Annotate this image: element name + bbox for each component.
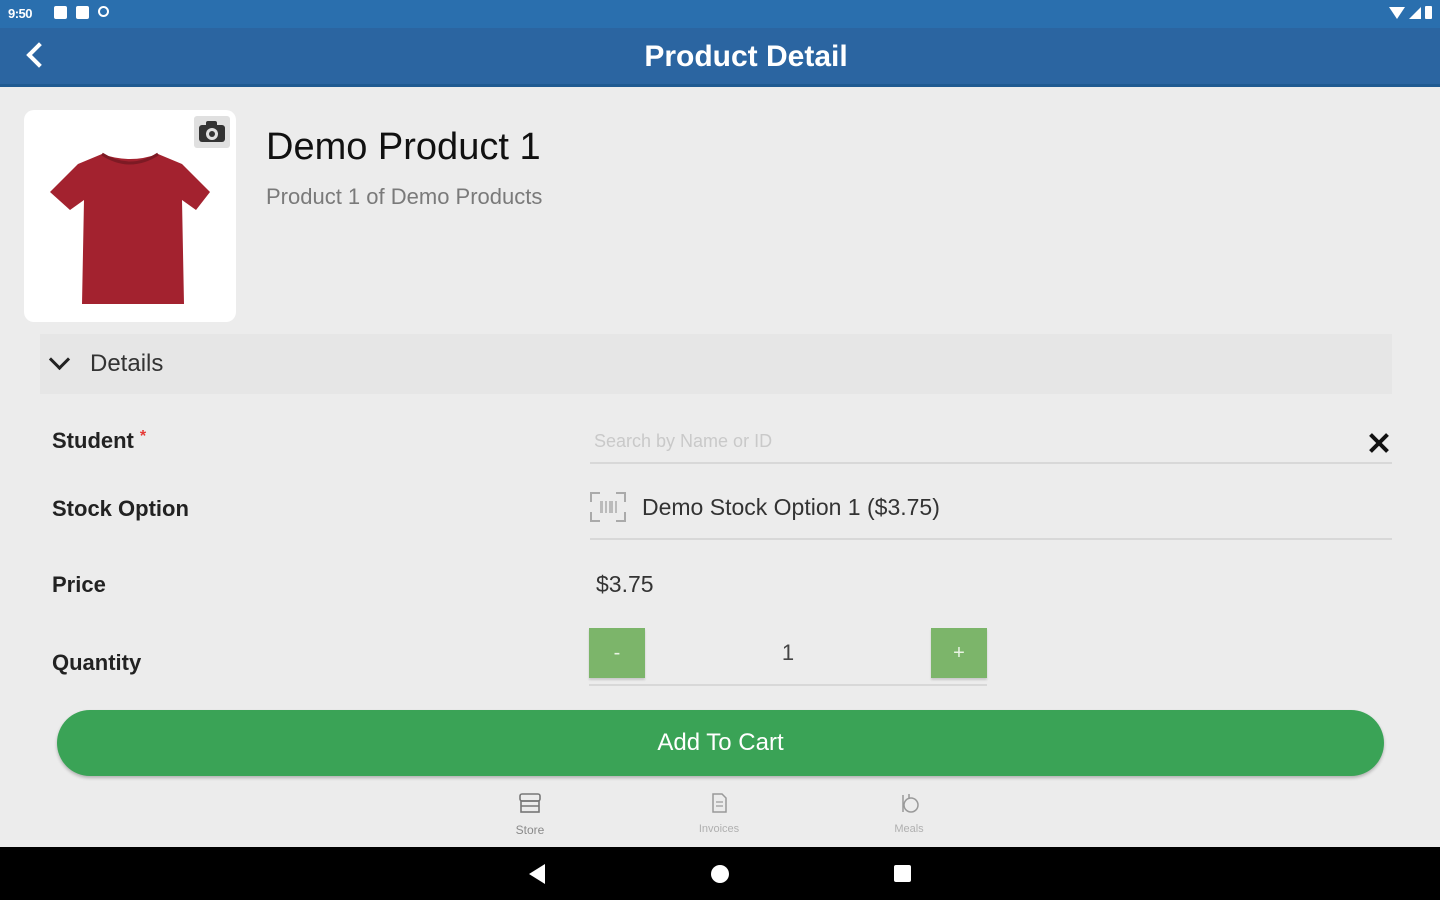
nav-label-invoices: Invoices xyxy=(698,823,740,835)
barcode-icon[interactable] xyxy=(590,492,626,522)
stock-option-underline xyxy=(590,538,1392,540)
notification-icon xyxy=(54,6,67,19)
quantity-label: Quantity xyxy=(52,650,142,675)
quantity-underline xyxy=(589,684,987,686)
student-label: Student * xyxy=(52,428,146,454)
battery-icon xyxy=(1425,6,1432,19)
quantity-value[interactable]: 1 xyxy=(700,640,876,666)
quantity-increment-button[interactable]: + xyxy=(931,628,987,678)
notification-icons xyxy=(54,6,109,19)
clear-icon[interactable] xyxy=(1366,430,1392,456)
meals-icon xyxy=(902,794,919,813)
nav-label-store: Store xyxy=(515,823,545,837)
stock-option-select[interactable]: Demo Stock Option 1 ($3.75) xyxy=(642,494,940,521)
system-home-icon[interactable] xyxy=(711,865,729,883)
required-marker: * xyxy=(139,428,147,445)
status-bar: 9:50 xyxy=(0,0,1440,28)
details-label: Details xyxy=(90,350,164,377)
status-time: 9:50 xyxy=(8,6,33,21)
camera-button[interactable] xyxy=(194,116,230,148)
product-name: Demo Product 1 xyxy=(266,126,541,168)
store-icon xyxy=(519,793,541,813)
stock-option-label: Stock Option xyxy=(52,496,189,521)
price-value: $3.75 xyxy=(596,571,654,597)
student-search-input[interactable] xyxy=(592,420,1356,462)
product-image-card xyxy=(24,110,236,322)
tshirt-image xyxy=(50,152,210,304)
price-label: Price xyxy=(52,572,106,597)
nav-item-store[interactable]: Store xyxy=(485,792,575,837)
invoice-icon xyxy=(712,793,727,813)
product-description: Product 1 of Demo Products xyxy=(266,184,543,209)
chevron-down-icon xyxy=(48,348,71,371)
wifi-icon xyxy=(1389,6,1405,19)
nav-item-meals[interactable]: Meals xyxy=(864,792,954,835)
app-bar: Product Detail xyxy=(0,28,1440,87)
add-to-cart-button[interactable]: Add To Cart xyxy=(57,710,1384,776)
page-title: Product Detail xyxy=(644,40,848,73)
sync-icon xyxy=(98,6,109,17)
sd-card-icon xyxy=(76,6,89,19)
nav-item-invoices[interactable]: Invoices xyxy=(674,792,764,835)
nav-label-meals: Meals xyxy=(894,823,924,835)
details-section-toggle[interactable]: Details xyxy=(40,334,1392,394)
system-back-icon[interactable] xyxy=(529,864,545,884)
student-label-text: Student xyxy=(52,428,134,453)
quantity-decrement-button[interactable]: - xyxy=(589,628,645,678)
signal-icon xyxy=(1409,6,1421,19)
system-recents-icon[interactable] xyxy=(894,865,911,882)
student-input-underline xyxy=(590,462,1392,464)
system-icons xyxy=(1389,6,1432,19)
